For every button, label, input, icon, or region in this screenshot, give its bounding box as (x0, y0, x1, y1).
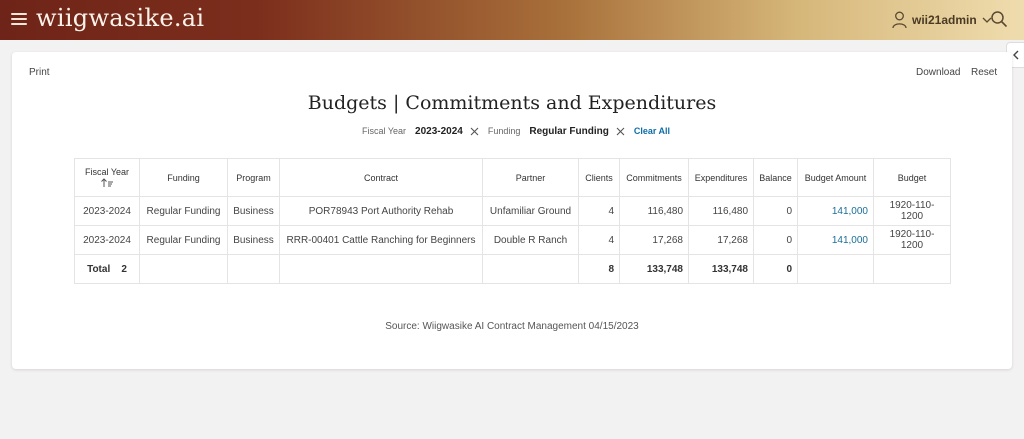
total-count: 2 (121, 263, 127, 275)
cell-commitments: 116,480 (619, 196, 689, 226)
close-icon[interactable] (616, 127, 625, 136)
report-card: Print Download Reset Budgets | Commitmen… (12, 52, 1012, 369)
cell-expenditures: 17,268 (688, 225, 754, 255)
sort-ascending-icon[interactable] (100, 178, 114, 188)
active-filters: Fiscal Year 2023-2024 Funding Regular Fu… (362, 124, 670, 138)
column-header-expenditures[interactable]: Expenditures (688, 158, 754, 197)
column-header-label: Fiscal Year (84, 167, 130, 177)
cell-balance: 0 (753, 196, 798, 226)
hamburger-icon[interactable] (11, 13, 27, 26)
total-label-cell: Total 2 (74, 254, 140, 284)
cell-program: Business (227, 225, 280, 255)
chevron-left-icon (1012, 50, 1018, 60)
column-header-partner[interactable]: Partner (482, 158, 579, 197)
empty-cell (873, 254, 951, 284)
empty-cell (139, 254, 228, 284)
column-header-clients[interactable]: Clients (578, 158, 620, 197)
close-icon[interactable] (470, 127, 479, 136)
cell-fiscal-year: 2023-2024 (74, 196, 140, 226)
app-logo[interactable]: wiigwasike.ai (36, 4, 204, 32)
page-title: Budgets | Commitments and Expenditures (307, 92, 717, 114)
total-label: Total (87, 263, 111, 275)
empty-cell (227, 254, 280, 284)
empty-cell (279, 254, 483, 284)
column-header-contract[interactable]: Contract (279, 158, 483, 197)
table-row: 2023-2024 Regular Funding Business RRR-0… (74, 225, 951, 255)
search-icon[interactable] (990, 10, 1008, 28)
total-commitments: 133,748 (619, 254, 689, 284)
user-menu[interactable]: wii21admin (892, 10, 992, 30)
cell-partner: Unfamiliar Ground (482, 196, 579, 226)
column-header-funding[interactable]: Funding (139, 158, 228, 197)
cell-commitments: 17,268 (619, 225, 689, 255)
column-header-program[interactable]: Program (227, 158, 280, 197)
total-expenditures: 133,748 (688, 254, 754, 284)
empty-cell (482, 254, 579, 284)
cell-budget-amount-link[interactable]: 141,000 (797, 225, 874, 255)
cell-partner: Double R Ranch (482, 225, 579, 255)
cell-budget-amount-link[interactable]: 141,000 (797, 196, 874, 226)
username: wii21admin (912, 13, 977, 27)
filter-label-funding: Funding (487, 126, 521, 136)
column-header-commitments[interactable]: Commitments (619, 158, 689, 197)
cell-expenditures: 116,480 (688, 196, 754, 226)
column-header-budget-amount[interactable]: Budget Amount (797, 158, 874, 197)
filter-value-fiscal-year: 2023-2024 (415, 125, 463, 137)
cell-funding: Regular Funding (139, 196, 228, 226)
cell-clients: 4 (578, 225, 620, 255)
cell-funding: Regular Funding (139, 225, 228, 255)
cell-fiscal-year: 2023-2024 (74, 225, 140, 255)
empty-cell (797, 254, 874, 284)
table-header-row: Fiscal Year Funding Program Contract Par… (74, 158, 951, 197)
filter-value-funding: Regular Funding (529, 125, 609, 137)
cell-budget: 1920-110-1200 (873, 196, 951, 226)
app-header: wiigwasike.ai wii21admin (0, 0, 1024, 40)
cell-contract: RRR-00401 Cattle Ranching for Beginners (279, 225, 483, 255)
total-clients: 8 (578, 254, 620, 284)
print-button[interactable]: Print (29, 67, 50, 78)
user-icon (892, 11, 907, 29)
table-row: 2023-2024 Regular Funding Business POR78… (74, 196, 951, 226)
reset-button[interactable]: Reset (971, 67, 997, 78)
source-note: Source: Wiigwasike AI Contract Managemen… (385, 321, 639, 332)
cell-clients: 4 (578, 196, 620, 226)
filter-label-fiscal-year: Fiscal Year (362, 126, 407, 136)
column-header-fiscal-year[interactable]: Fiscal Year (74, 158, 140, 197)
cell-budget: 1920-110-1200 (873, 225, 951, 255)
cell-balance: 0 (753, 225, 798, 255)
cell-program: Business (227, 196, 280, 226)
column-header-balance[interactable]: Balance (753, 158, 798, 197)
cell-contract: POR78943 Port Authority Rehab (279, 196, 483, 226)
total-balance: 0 (753, 254, 798, 284)
column-header-budget[interactable]: Budget (873, 158, 951, 197)
download-button[interactable]: Download (916, 67, 960, 78)
table-total-row: Total 2 8 133,748 133,748 0 (74, 254, 951, 284)
clear-all-link[interactable]: Clear All (634, 126, 670, 136)
budget-table: Fiscal Year Funding Program Contract Par… (74, 158, 951, 284)
